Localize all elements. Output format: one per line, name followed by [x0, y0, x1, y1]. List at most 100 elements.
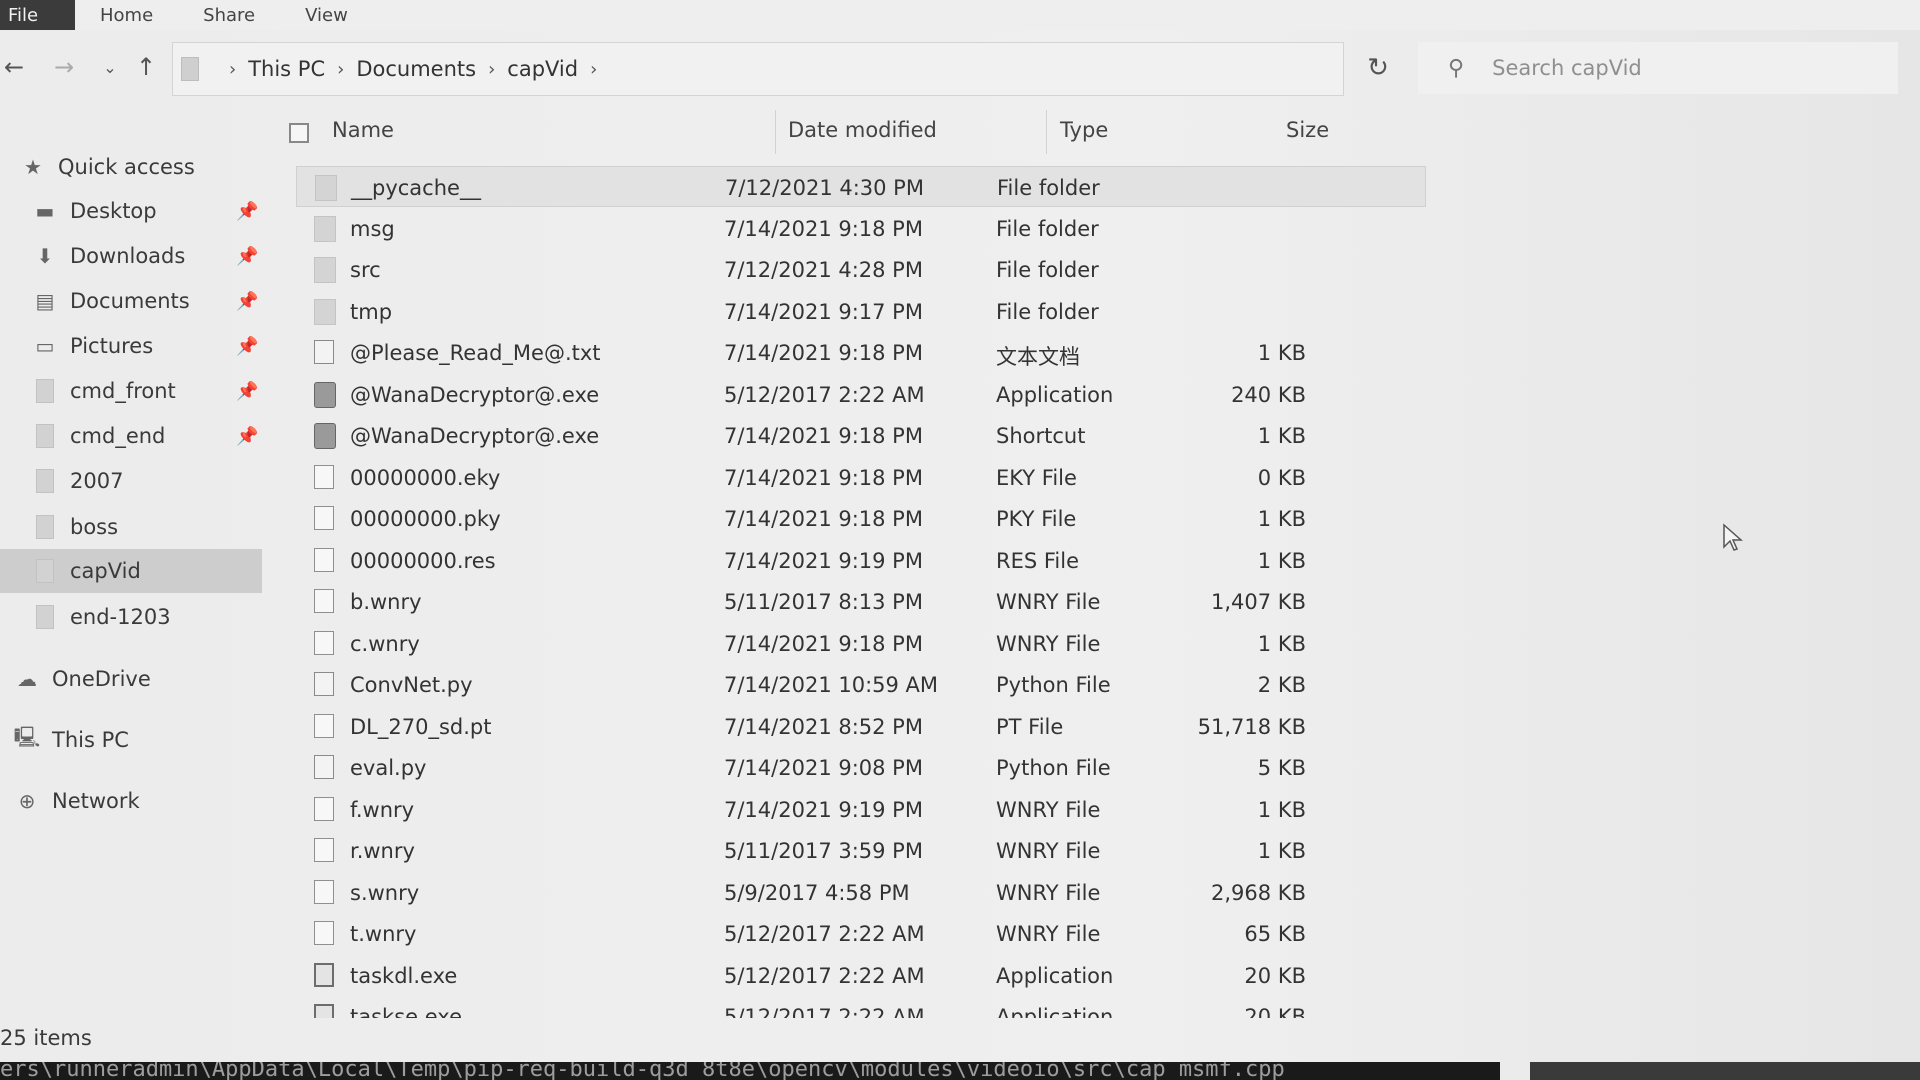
- file-row[interactable]: s.wnry 5/9/2017 4:58 PM WNRY File 2,968 KB: [296, 872, 1426, 913]
- file-row[interactable]: 00000000.eky 7/14/2021 9:18 PM EKY File 0 K…: [296, 457, 1426, 498]
- date-modified: 7/14/2021 9:19 PM: [724, 548, 923, 573]
- file-type: File folder: [996, 258, 1099, 282]
- sidebar-item-pictures[interactable]: ▭ Pictures 📌: [0, 324, 262, 368]
- sidebar-item-cmd-end[interactable]: cmd_end 📌: [0, 414, 262, 458]
- sidebar-item-end-1203[interactable]: end-1203: [0, 595, 262, 639]
- breadcrumb-separator-icon[interactable]: ›: [229, 59, 236, 80]
- folder-row[interactable]: tmp 7/14/2021 9:17 PM File folder: [296, 291, 1426, 332]
- up-arrow-icon[interactable]: ↑: [132, 52, 160, 82]
- select-all-checkbox[interactable]: [289, 123, 309, 143]
- file-row[interactable]: @WanaDecryptor@.exe 7/14/2021 9:18 PM Shor…: [296, 415, 1426, 456]
- column-divider[interactable]: [1046, 110, 1047, 154]
- file-row[interactable]: ConvNet.py 7/14/2021 10:59 AM Python File 2…: [296, 664, 1426, 705]
- breadcrumb-separator-icon[interactable]: ›: [337, 59, 344, 80]
- sidebar-quick-access[interactable]: ★ Quick access: [20, 145, 282, 189]
- recent-locations-chevron-icon[interactable]: ⌄: [96, 52, 124, 82]
- column-header-type[interactable]: Type: [1060, 118, 1108, 142]
- text-document-icon: [314, 340, 334, 364]
- date-modified: 5/12/2017 2:22 AM: [724, 963, 925, 988]
- star-icon: ★: [24, 155, 42, 179]
- file-name: 00000000.pky: [350, 507, 501, 531]
- file-name: 00000000.res: [350, 548, 496, 573]
- file-row[interactable]: taskdl.exe 5/12/2017 2:22 AM Application 20…: [296, 955, 1426, 996]
- date-modified: 5/12/2017 2:22 AM: [724, 382, 925, 407]
- column-header-size[interactable]: Size: [1286, 118, 1329, 142]
- sidebar-item-documents[interactable]: ▤ Documents 📌: [0, 279, 262, 323]
- sidebar-item-boss[interactable]: boss: [0, 505, 262, 549]
- sidebar-item-2007[interactable]: 2007: [0, 459, 262, 503]
- file-row[interactable]: c.wnry 7/14/2021 9:18 PM WNRY File 1 KB: [296, 623, 1426, 664]
- column-header-name[interactable]: Name: [332, 118, 394, 142]
- breadcrumb-separator-icon[interactable]: ›: [590, 59, 597, 80]
- date-modified: 7/14/2021 9:18 PM: [724, 507, 923, 531]
- ribbon: File Home Share View: [0, 0, 1920, 30]
- item-count: 25 items: [0, 1026, 92, 1050]
- refresh-icon[interactable]: ↻: [1358, 48, 1398, 88]
- file-row[interactable]: taskse.exe 5/12/2017 2:22 AM Application 20…: [296, 996, 1426, 1018]
- file-row[interactable]: DL_270_sd.pt 7/14/2021 8:52 PM PT File 51,7…: [296, 706, 1426, 747]
- file-type: File folder: [996, 216, 1099, 241]
- downloads-icon: ⬇: [36, 244, 54, 268]
- file-row[interactable]: b.wnry 5/11/2017 8:13 PM WNRY File 1,407 KB: [296, 581, 1426, 622]
- search-input[interactable]: [1490, 55, 1875, 81]
- column-header-date-modified[interactable]: Date modified: [788, 118, 937, 142]
- sidebar-item-capvid[interactable]: capVid: [0, 549, 262, 593]
- file-size: 5 KB: [1257, 756, 1306, 780]
- pin-icon[interactable]: 📌: [236, 201, 258, 222]
- ribbon-tab-share[interactable]: Share: [178, 0, 280, 30]
- breadcrumb-documents[interactable]: Documents: [356, 57, 476, 81]
- file-row[interactable]: f.wnry 7/14/2021 9:19 PM WNRY File 1 KB: [296, 789, 1426, 830]
- folder-row[interactable]: __pycache__ 7/12/2021 4:30 PM File folder: [296, 166, 1426, 207]
- pin-icon[interactable]: 📌: [236, 291, 258, 312]
- pin-icon[interactable]: 📌: [236, 381, 258, 402]
- file-type: File folder: [997, 176, 1100, 200]
- ribbon-tab-view[interactable]: View: [280, 0, 373, 30]
- pin-icon[interactable]: 📌: [236, 426, 258, 447]
- sidebar-item-this-pc[interactable]: 🖳 This PC: [0, 718, 262, 762]
- file-row[interactable]: eval.py 7/14/2021 9:08 PM Python File 5 KB: [296, 747, 1426, 788]
- file-row[interactable]: r.wnry 5/11/2017 3:59 PM WNRY File 1 KB: [296, 830, 1426, 871]
- address-bar[interactable]: › This PC › Documents › capVid › ⌄: [172, 42, 1490, 96]
- search-box[interactable]: ⚲: [1418, 42, 1898, 94]
- file-name: @WanaDecryptor@.exe: [350, 382, 600, 407]
- sidebar-item-label: end-1203: [70, 605, 171, 629]
- sidebar-item-downloads[interactable]: ⬇ Downloads 📌: [0, 234, 262, 278]
- sidebar-item-network[interactable]: ⊕ Network: [0, 779, 262, 823]
- ribbon-tab-home[interactable]: Home: [75, 0, 178, 30]
- forward-arrow-icon[interactable]: →: [50, 52, 78, 82]
- file-name: f.wnry: [350, 797, 415, 822]
- breadcrumb-capvid[interactable]: capVid: [507, 57, 578, 81]
- back-arrow-icon[interactable]: ←: [0, 52, 28, 82]
- file-row[interactable]: @Please_Read_Me@.txt 7/14/2021 9:18 PM 文本文…: [296, 332, 1426, 373]
- date-modified: 5/11/2017 8:13 PM: [724, 590, 923, 614]
- file-row[interactable]: @WanaDecryptor@.exe 5/12/2017 2:22 AM Appl…: [296, 374, 1426, 415]
- file-name: taskdl.exe: [350, 963, 458, 988]
- file-name: taskse.exe: [350, 1005, 462, 1018]
- folder-row[interactable]: msg 7/14/2021 9:18 PM File folder: [296, 208, 1426, 249]
- breadcrumb-this-pc[interactable]: This PC: [248, 57, 325, 81]
- column-divider[interactable]: [775, 110, 776, 154]
- pin-icon[interactable]: 📌: [236, 246, 258, 267]
- pin-icon[interactable]: 📌: [236, 336, 258, 357]
- network-icon: ⊕: [18, 789, 36, 813]
- file-size: 2 KB: [1257, 673, 1306, 697]
- folder-row[interactable]: src 7/12/2021 4:28 PM File folder: [296, 249, 1426, 290]
- file-name: 00000000.eky: [350, 465, 501, 490]
- ribbon-tab-file[interactable]: File: [0, 0, 75, 30]
- terminal-scrollbar: [1530, 1062, 1920, 1080]
- sidebar-item-onedrive[interactable]: ☁ OneDrive: [0, 657, 262, 701]
- file-row[interactable]: 00000000.pky 7/14/2021 9:18 PM PKY File 1 K…: [296, 498, 1426, 539]
- sidebar-item-cmd-front[interactable]: cmd_front 📌: [0, 369, 262, 413]
- date-modified: 7/14/2021 9:18 PM: [724, 465, 923, 490]
- sidebar-item-desktop[interactable]: ▬ Desktop 📌: [0, 189, 262, 233]
- file-row[interactable]: t.wnry 5/12/2017 2:22 AM WNRY File 65 KB: [296, 913, 1426, 954]
- file-type: Python File: [996, 673, 1111, 697]
- file-row[interactable]: 00000000.res 7/14/2021 9:19 PM RES File 1 K…: [296, 540, 1426, 581]
- file-type: RES File: [996, 548, 1080, 573]
- file-type: File folder: [996, 299, 1099, 324]
- file-icon: [314, 464, 334, 489]
- pictures-icon: ▭: [35, 334, 55, 358]
- file-type: WNRY File: [996, 590, 1101, 614]
- sidebar-item-label: Desktop: [70, 199, 157, 223]
- breadcrumb-separator-icon[interactable]: ›: [488, 59, 495, 80]
